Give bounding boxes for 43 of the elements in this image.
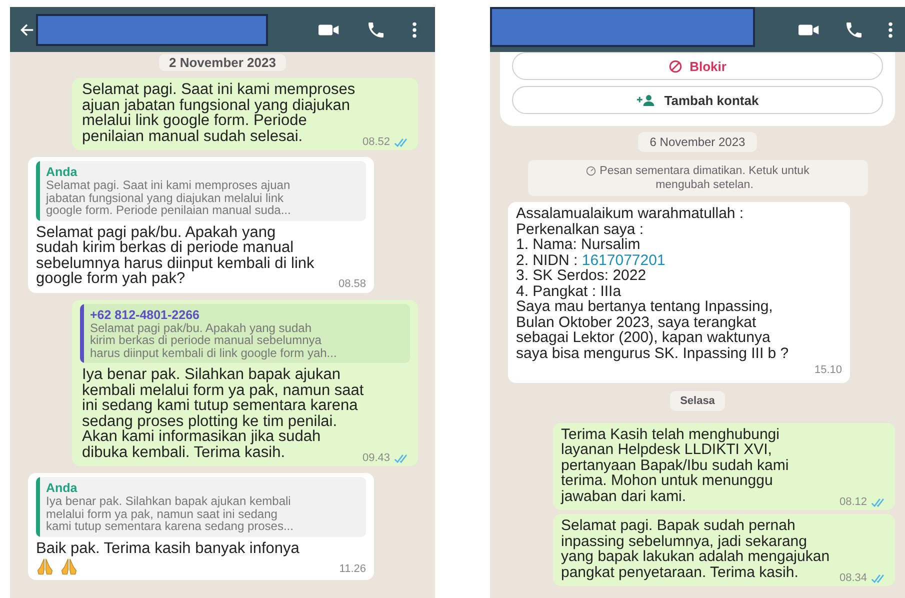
message-text: Assalamualaikum warahmatullah : Perkenalkan saya : 1. Nama: Nursalim 2. NIDN : 1617077201 3. SK Serdos: 2022 4. Pangkat : IIIa Saya mau bertanya tentang Inpassing, Bulan Oktober 2023, saya terangkat sebagai Lektor (200), kapan waktunya saya bisa mengurus SK. Inpassing III b ? (516, 205, 789, 362)
quoted-message[interactable]: +62 812-4801-2266 Selamat pagi pak/bu. Apakah yang sudah kirim berkas di periode manual sebelumnya harus diinput kembali di link google form yah... (80, 304, 410, 363)
message-time: 09.43 (362, 450, 390, 466)
message-text: Terima Kasih telah menghubungi layanan Helpdesk LLDIKTI XVI, pertanyaan Bapak/Ibu sudah kami terima. Mohon untuk menunggu jawaban dari kami. (561, 426, 789, 504)
quote-text: Selamat pagi. Saat ini kami memproses ajuan jabatan fungsional yang diajukan melalui link google form. Periode penilaian manual suda... (46, 179, 291, 216)
more-options-icon[interactable] (888, 20, 893, 38)
quote-author: +62 812-4801-2266 (90, 308, 200, 322)
notice-text: Pesan sementara dimatikan. Ketuk untuk mengubah setelan. (600, 164, 810, 192)
add-contact-button[interactable]: Tambah kontak (512, 86, 883, 114)
message-time: 08.12 (839, 494, 867, 510)
message-text: Iya benar pak. Silahkan bapak ajukan kembali melalui form ya pak, namun saat ini sedang kami tutup sementara karena sedang proses plotting ke tim penilai. Akan kami informasikan jika sudah dibuka kembali. Terima kasih. (82, 366, 364, 460)
message-text: Selamat pagi. Bapak sudah pernah inpassing sebelumnya, jadi sekarang yang bapak lakukan adalah mengajukan pangkat penyetaraan. Terima kasih. (561, 517, 830, 580)
praying-hands-icon (36, 558, 54, 576)
quote-author: Anda (46, 165, 78, 179)
praying-hands-icon (60, 558, 78, 576)
video-call-icon[interactable] (798, 22, 820, 36)
date-chip: 6 November 2023 (638, 132, 758, 152)
video-call-icon[interactable] (318, 22, 340, 36)
date-chip: 2 November 2023 (159, 54, 286, 71)
day-chip: Selasa (670, 390, 725, 410)
message-text: Baik pak. Terima kasih banyak infonya (36, 540, 300, 556)
phone-icon[interactable] (366, 20, 386, 40)
quote-text: Iya benar pak. Silahkan bapak ajukan kembali melalui form ya pak, namun saat ini sedang kami tutup sementara karena sedang proses... (46, 495, 294, 532)
back-icon[interactable] (20, 22, 34, 36)
phone-icon[interactable] (844, 20, 864, 40)
message-time: 15.10 (814, 363, 842, 378)
message-text: Selamat pagi. Saat ini kami memproses ajuan jabatan fungsional yang diajukan melalui link google form. Periode penilaian manual sudah selesai. (82, 81, 356, 144)
timer-icon (586, 166, 596, 176)
block-button[interactable]: Blokir (512, 52, 883, 80)
message-time: 08.34 (839, 570, 867, 586)
block-icon (668, 60, 682, 72)
quoted-message[interactable]: Anda Iya benar pak. Silahkan bapak ajukan kembali melalui form ya pak, namun saat ini sedang kami tutup sementara karena sedang proses... (36, 477, 366, 536)
message-time: 08.52 (362, 134, 390, 150)
number-link[interactable]: 1617077201 (582, 252, 666, 268)
quote-text: Selamat pagi pak/bu. Apakah yang sudah kirim berkas di periode manual sebelumnya harus diinput kembali di link google form yah... (90, 322, 337, 359)
message-time: 11.26 (339, 562, 366, 577)
add-person-icon (636, 94, 656, 106)
system-notice[interactable]: Pesan sementara dimatikan. Ketuk untuk mengubah setelan. (528, 160, 868, 196)
message-text: Selamat pagi pak/bu. Apakah yang sudah kirim berkas di periode manual sebelumnya harus diinput kembali di link google form yah pak? (36, 224, 314, 287)
message-time: 08.58 (338, 277, 366, 292)
quoted-message[interactable]: Anda Selamat pagi. Saat ini kami memproses ajuan jabatan fungsional yang diajukan melalui link google form. Periode penilaian manual suda... (36, 161, 366, 220)
more-options-icon[interactable] (412, 20, 417, 38)
quote-author: Anda (46, 481, 78, 495)
